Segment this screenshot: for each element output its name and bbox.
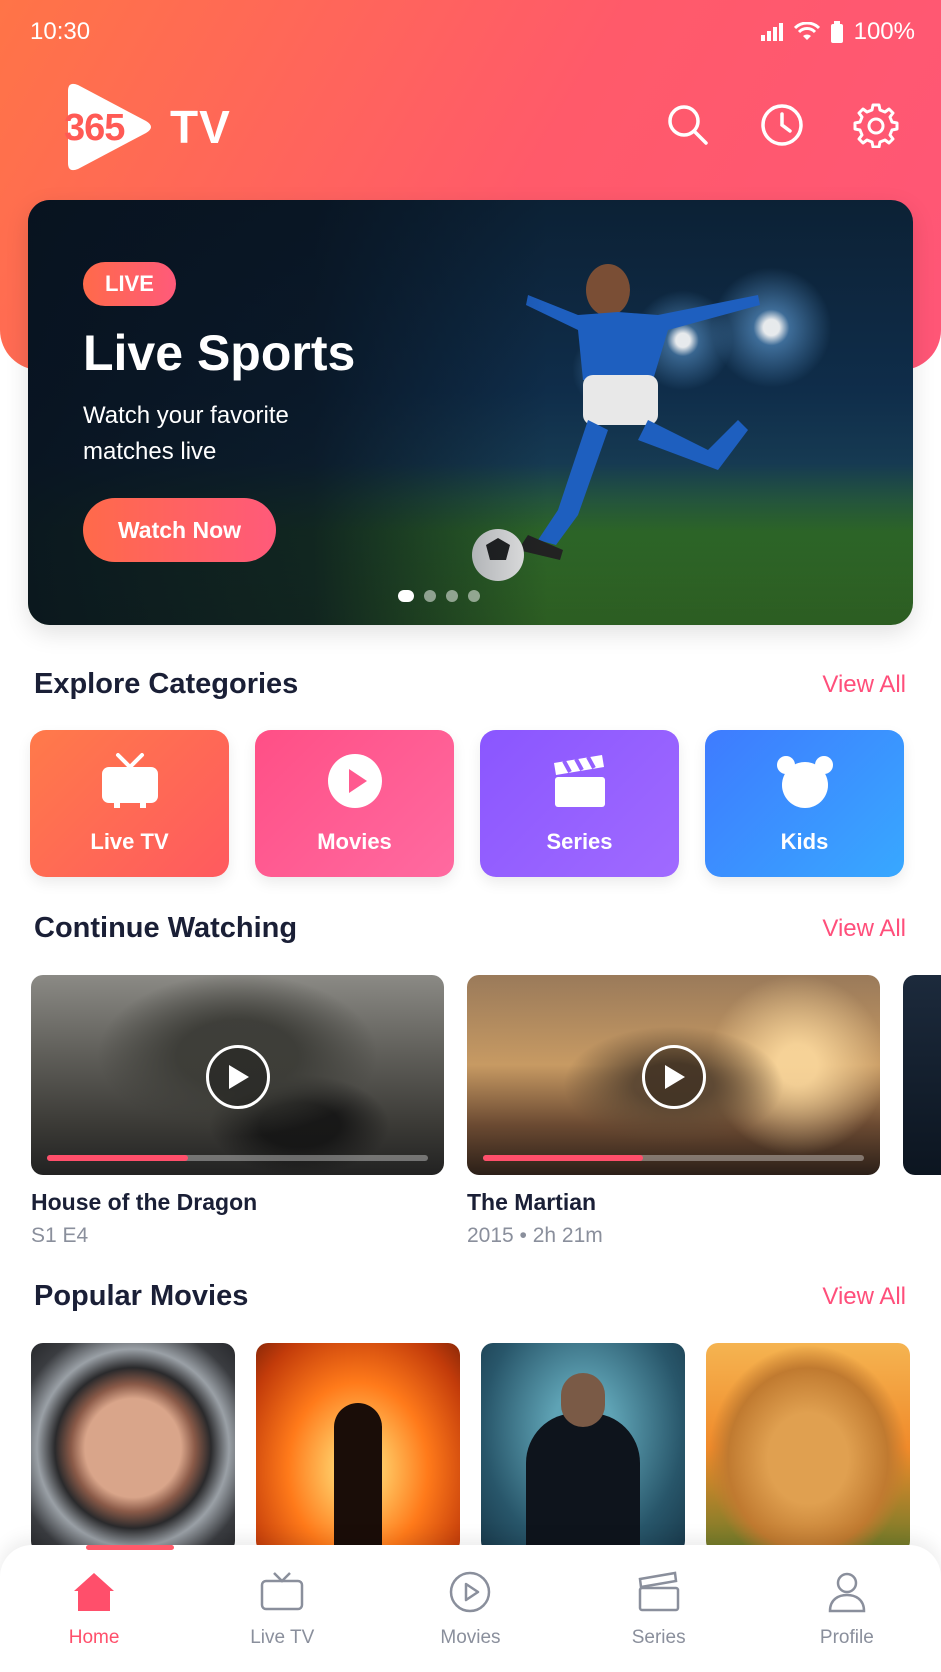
continue-watching-view-all-link[interactable]: View All xyxy=(822,915,906,943)
status-icons: 100% xyxy=(760,18,915,46)
categories-header: Explore Categories View All xyxy=(34,668,906,701)
logo-text: TV xyxy=(170,101,231,153)
category-movies[interactable]: Movies xyxy=(255,730,454,877)
video-thumbnail xyxy=(903,975,941,1175)
nav-series[interactable]: Series xyxy=(584,1571,734,1649)
movie-poster[interactable] xyxy=(706,1343,910,1553)
play-circle-icon xyxy=(448,1571,492,1619)
continue-watching-card[interactable] xyxy=(903,975,941,1175)
hero-title: Live Sports xyxy=(83,325,356,381)
continue-watching-card[interactable]: House of the Dragon S1 E4 xyxy=(31,975,444,1245)
continue-watching-list: House of the Dragon S1 E4 The Martian 20… xyxy=(31,975,941,1245)
carousel-dot[interactable] xyxy=(468,590,480,602)
app-actions xyxy=(663,102,901,152)
continue-watching-header: Continue Watching View All xyxy=(34,912,906,945)
video-thumbnail xyxy=(31,975,444,1175)
play-icon xyxy=(665,1065,685,1089)
tv-icon xyxy=(260,1571,304,1619)
hero-subtitle: Watch your favorite matches live xyxy=(83,402,289,465)
carousel-dot[interactable] xyxy=(398,590,414,602)
nav-home[interactable]: Home xyxy=(19,1571,169,1649)
watch-progress-bar xyxy=(47,1155,428,1161)
play-button[interactable] xyxy=(642,1045,706,1109)
play-icon xyxy=(327,753,383,815)
history-button[interactable] xyxy=(757,102,807,152)
logo-mark: 365 xyxy=(60,77,156,177)
popular-movies-view-all-link[interactable]: View All xyxy=(822,1283,906,1311)
signal-icon xyxy=(760,22,784,42)
video-title: The Martian xyxy=(467,1189,597,1215)
category-list: Live TV Movies Series Kids xyxy=(30,730,904,877)
live-badge: LIVE xyxy=(83,262,176,306)
status-time: 10:30 xyxy=(30,18,91,45)
search-button[interactable] xyxy=(663,102,713,152)
user-icon xyxy=(825,1571,869,1619)
status-bar: 10:30 100% xyxy=(0,0,941,64)
category-label: Live TV xyxy=(90,828,169,854)
watch-progress-fill xyxy=(47,1155,188,1161)
poster-figure xyxy=(334,1403,382,1553)
section-title: Continue Watching xyxy=(34,912,298,944)
category-live-tv[interactable]: Live TV xyxy=(30,730,229,877)
logo-number: 365 xyxy=(64,107,125,149)
watch-now-button[interactable]: Watch Now xyxy=(83,498,276,562)
home-icon xyxy=(72,1571,116,1619)
active-tab-indicator xyxy=(86,1545,174,1550)
play-button[interactable] xyxy=(206,1045,270,1109)
carousel-dot[interactable] xyxy=(446,590,458,602)
teddy-bear-icon xyxy=(776,753,834,815)
categories-view-all-link[interactable]: View All xyxy=(822,671,906,699)
tv-icon xyxy=(100,752,160,815)
nav-label: Profile xyxy=(819,1627,874,1648)
nav-label: Live TV xyxy=(250,1627,315,1648)
category-series[interactable]: Series xyxy=(480,730,679,877)
app-logo[interactable]: 365 TV xyxy=(60,77,231,177)
wifi-icon xyxy=(793,22,820,42)
carousel-dots xyxy=(398,590,480,602)
nav-live-tv[interactable]: Live TV xyxy=(207,1571,357,1649)
video-thumbnail xyxy=(467,975,880,1175)
watch-progress-bar xyxy=(483,1155,864,1161)
battery-icon xyxy=(830,21,844,43)
battery-level: 100% xyxy=(853,18,915,45)
category-label: Kids xyxy=(780,828,829,854)
nav-movies[interactable]: Movies xyxy=(395,1571,545,1649)
category-kids[interactable]: Kids xyxy=(705,730,904,877)
clapperboard-icon xyxy=(637,1571,681,1619)
category-label: Series xyxy=(546,828,613,854)
gear-icon xyxy=(853,102,899,153)
app-bar: 365 TV xyxy=(0,72,941,182)
play-icon xyxy=(229,1065,249,1089)
video-meta: S1 E4 xyxy=(31,1224,89,1245)
carousel-dot[interactable] xyxy=(424,590,436,602)
poster-figure xyxy=(526,1413,640,1553)
continue-watching-card[interactable]: The Martian 2015 • 2h 21m xyxy=(467,975,880,1245)
nav-label: Series xyxy=(631,1627,686,1648)
movie-poster[interactable] xyxy=(256,1343,460,1553)
section-title: Popular Movies xyxy=(34,1280,249,1312)
watch-progress-fill xyxy=(483,1155,644,1161)
hero-banner[interactable]: LIVE Live Sports Watch your favorite mat… xyxy=(28,200,913,625)
movie-poster[interactable] xyxy=(31,1343,235,1553)
video-meta: 2015 • 2h 21m xyxy=(467,1224,603,1245)
search-icon xyxy=(666,103,710,152)
poster-figure-head xyxy=(561,1373,605,1427)
movie-poster[interactable] xyxy=(481,1343,685,1553)
settings-button[interactable] xyxy=(851,102,901,152)
nav-profile[interactable]: Profile xyxy=(772,1571,922,1649)
bottom-navigation: Home Live TV Movies Series Profile xyxy=(0,1545,941,1672)
clock-icon xyxy=(760,103,804,152)
nav-label: Home xyxy=(68,1627,120,1648)
popular-movies-list xyxy=(31,1343,941,1563)
video-title: House of the Dragon xyxy=(31,1189,258,1215)
popular-movies-header: Popular Movies View All xyxy=(34,1280,906,1313)
nav-label: Movies xyxy=(440,1627,501,1648)
clapperboard-icon xyxy=(552,753,608,815)
category-label: Movies xyxy=(317,828,392,854)
section-title: Explore Categories xyxy=(34,668,299,700)
